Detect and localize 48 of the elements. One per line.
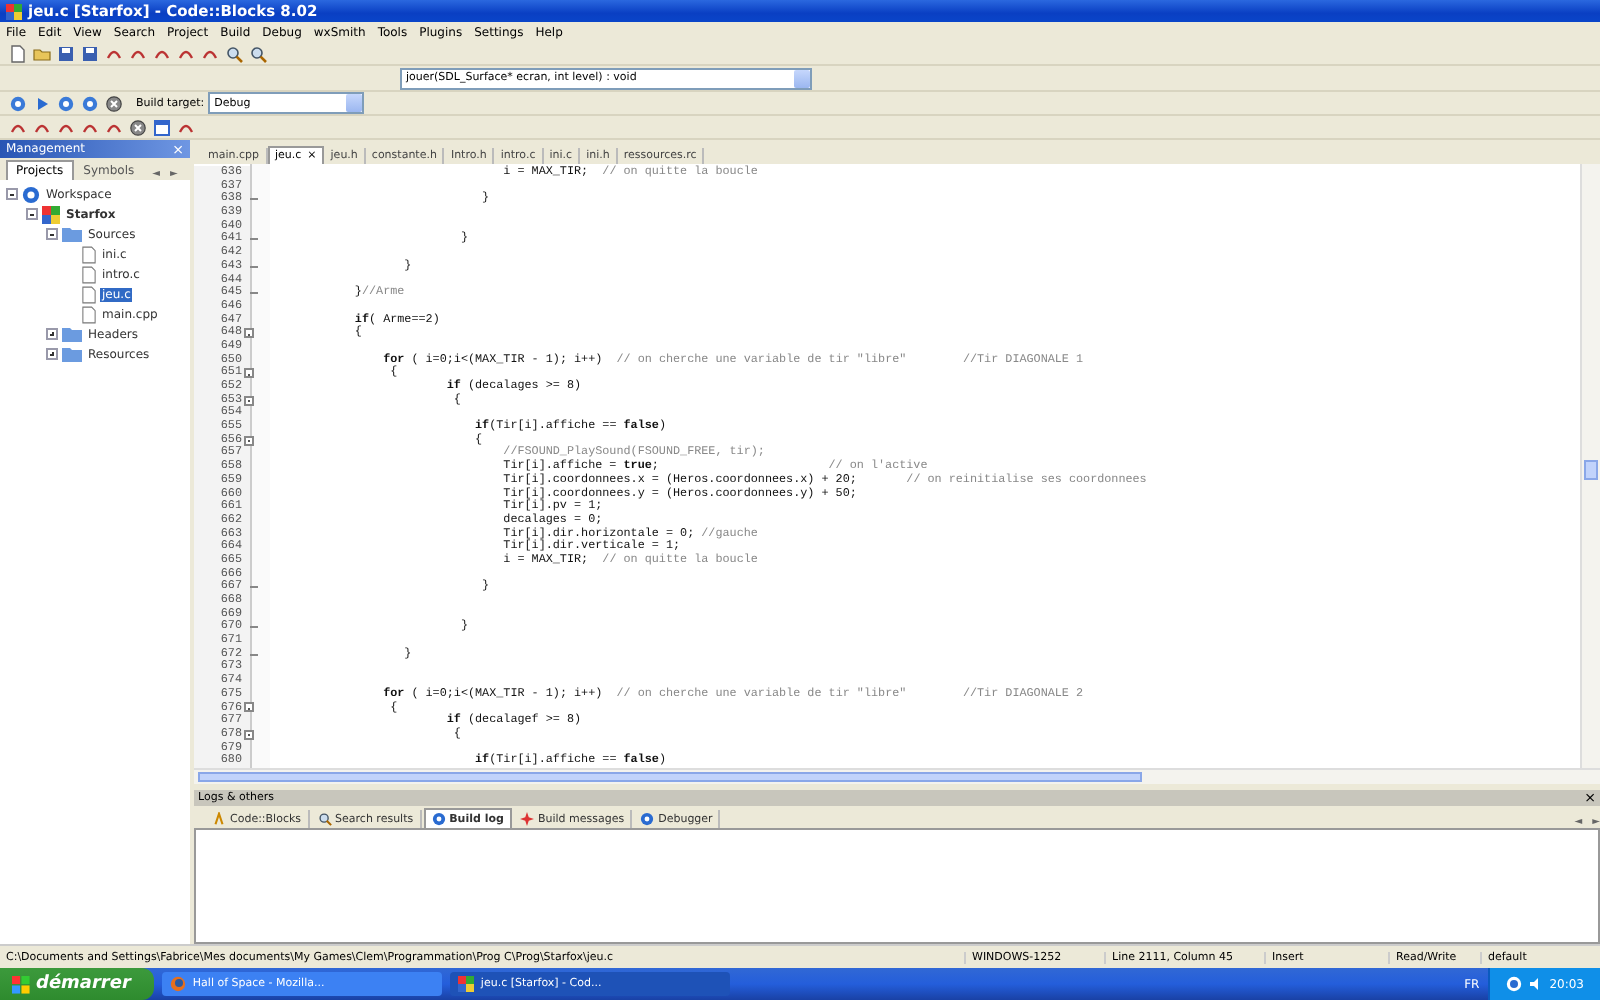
rebuild-icon[interactable]	[80, 93, 100, 113]
window-icon[interactable]	[152, 117, 172, 137]
fold-end-mark	[250, 626, 258, 629]
find-icon[interactable]	[224, 43, 244, 63]
network-icon[interactable]	[1505, 976, 1522, 992]
fold-end-mark	[250, 198, 258, 201]
expand-toggle-icon[interactable]	[46, 328, 58, 340]
folder-icon	[62, 226, 82, 242]
collapse-toggle-icon[interactable]	[6, 188, 18, 200]
globe-icon	[22, 185, 40, 203]
speaker-icon[interactable]	[1527, 976, 1544, 992]
fold-toggle-icon[interactable]	[244, 395, 254, 406]
project-icon	[42, 205, 60, 223]
pen-icon	[212, 812, 226, 826]
replace-icon[interactable]	[248, 43, 268, 63]
save-icon[interactable]	[56, 43, 76, 63]
collapse-toggle-icon[interactable]	[46, 228, 58, 240]
stop-debugger-icon[interactable]	[128, 117, 148, 137]
save-all-icon[interactable]	[80, 43, 100, 63]
collapse-toggle-icon[interactable]	[26, 208, 38, 220]
new-file-icon[interactable]	[8, 43, 28, 63]
disc-icon	[640, 812, 655, 826]
fold-end-mark	[250, 238, 258, 241]
abort-icon[interactable]	[104, 93, 124, 113]
fold-end-mark	[250, 292, 258, 295]
app-logo-icon	[458, 976, 475, 992]
search-icon	[317, 812, 332, 826]
fold-toggle-icon[interactable]	[244, 702, 254, 713]
windows-flag-icon	[12, 975, 30, 993]
horizontal-scrollbar[interactable]	[194, 768, 1600, 784]
build-run-icon[interactable]	[56, 93, 76, 113]
build-icon[interactable]	[8, 93, 28, 113]
run-icon[interactable]	[32, 93, 52, 113]
app-logo-icon	[6, 3, 22, 19]
fold-end-mark	[250, 265, 258, 268]
disc-icon	[431, 812, 446, 826]
vertical-scrollbar[interactable]	[1580, 164, 1600, 768]
fold-toggle-icon[interactable]	[244, 435, 254, 446]
start-button[interactable]: démarrer	[0, 968, 155, 1000]
fold-toggle-icon[interactable]	[244, 729, 254, 740]
fold-toggle-icon[interactable]	[244, 328, 254, 339]
open-folder-icon[interactable]	[32, 43, 52, 63]
fold-end-mark	[250, 653, 258, 656]
browser-logo-icon	[170, 976, 187, 992]
expand-toggle-icon[interactable]	[46, 348, 58, 360]
star-icon	[519, 812, 534, 826]
fold-end-mark	[250, 586, 258, 589]
fold-toggle-icon[interactable]	[244, 368, 254, 379]
